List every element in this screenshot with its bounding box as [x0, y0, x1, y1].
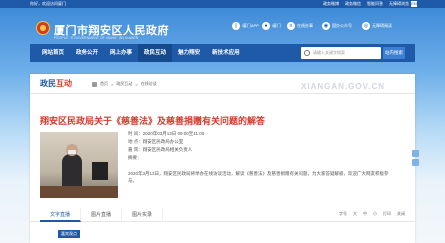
breadcrumb-interaction[interactable]: 政民互动	[116, 81, 132, 87]
print-button[interactable]: 打印	[383, 211, 391, 217]
float-top-button[interactable]	[412, 159, 419, 166]
user-icon: ●	[262, 22, 270, 30]
float-share-button[interactable]	[412, 150, 419, 157]
site-header: 厦门市翔安区人民政府 PEOPLE ' S GOVERNMENT OF XIAN…	[0, 8, 445, 44]
quick-link-app[interactable]: ▯ i厦门APP	[232, 22, 259, 30]
tab-photo-record[interactable]: 图片实录	[122, 208, 164, 222]
welcome-text: 你好，欢迎访问厦门	[30, 1, 66, 6]
language-toggle[interactable]: EN	[411, 1, 417, 7]
top-link-accessibility[interactable]: 无障碍浏览	[389, 0, 409, 8]
top-link-qa[interactable]: 智能问答	[367, 0, 383, 8]
nav-item-charm-xiangan[interactable]: 魅力翔安	[172, 44, 206, 62]
nav-item-new-tech[interactable]: 新技术应用	[206, 44, 246, 62]
phone-icon: ▯	[232, 22, 240, 30]
top-utility-bar: 你好，欢迎访问厦门 政务微博 政务微信 智能问答 无障碍浏览 EN	[0, 0, 445, 8]
search-input[interactable]: 请输入关键字搜索	[301, 47, 381, 59]
article-card: 政民互动 首页 > 政民互动 > 在线访谈 XIANGAN.GOV.CN 翔安区…	[30, 74, 415, 243]
font-size-label: 字号	[339, 211, 347, 216]
font-size-small[interactable]: 小	[373, 211, 377, 217]
article-tools: 字号 大 中 小 打印 关闭	[339, 211, 405, 217]
main-nav: 网站首页 政务公开 网上办事 政民互动 魅力翔安 新技术应用 请输入关键字搜索 …	[30, 44, 415, 62]
breadcrumb-bar: 政民互动 首页 > 政民互动 > 在线访谈 XIANGAN.GOV.CN	[30, 74, 415, 94]
top-link-wechat[interactable]: 政务微信	[345, 0, 361, 8]
font-size-medium[interactable]: 中	[363, 211, 367, 217]
top-links: 政务微博 政务微信 智能问答 无障碍浏览	[323, 0, 409, 8]
site-subtitle: PEOPLE ' S GOVERNMENT OF XIANG ' AN XIAM…	[54, 36, 139, 40]
search-icon	[304, 50, 310, 56]
quick-link-online-service[interactable]: ≡ 在线办事	[287, 22, 313, 30]
quick-link-ixiamen[interactable]: ● i厦门	[262, 22, 281, 30]
breadcrumb-interview[interactable]: 在线访谈	[141, 81, 157, 87]
quick-link-accessible-reading[interactable]: ◎ 无障碍阅读	[362, 22, 392, 30]
article-title: 翔安区民政局关于《慈善法》及慈善捐赠有关问题的解答	[40, 116, 266, 126]
interview-place: 地 点：翔安区民政局办公室	[128, 139, 184, 144]
watermark: XIANGAN.GOV.CN	[301, 82, 385, 91]
nav-item-online-service[interactable]: 网上办事	[104, 44, 138, 62]
section-title: 政民互动	[40, 79, 72, 88]
tab-photo-live[interactable]: 图片直播	[81, 208, 123, 222]
guest-view-badge: 嘉宾观点	[58, 230, 80, 238]
close-button[interactable]: 关闭	[397, 211, 405, 217]
search-button[interactable]: 站内搜索	[383, 47, 405, 59]
font-size-large[interactable]: 大	[353, 211, 357, 217]
home-icon	[92, 81, 97, 87]
nav-item-interaction[interactable]: 政民互动	[138, 44, 173, 62]
national-emblem-icon	[36, 21, 50, 35]
breadcrumb: 首页 > 政民互动 > 在线访谈	[92, 81, 157, 87]
breadcrumb-home[interactable]: 首页	[100, 81, 108, 87]
interview-summary-label: 摘要：	[128, 155, 142, 160]
tab-text-live[interactable]: 文字直播	[40, 208, 82, 222]
top-link-weibo[interactable]: 政务微博	[323, 0, 339, 8]
interview-photo	[40, 132, 118, 198]
quick-link-wechat-account[interactable]: ◉ 国办公众号	[322, 22, 352, 30]
nav-item-gov-affairs[interactable]: 政务公开	[70, 44, 104, 62]
interview-guest: 嘉 宾：翔安区民政局相关负责人	[128, 147, 193, 152]
nav-item-home[interactable]: 网站首页	[36, 44, 70, 62]
interview-time: 时 间：2020年03月13日 09:00至11:00	[128, 131, 205, 136]
doc-icon: ≡	[287, 22, 295, 30]
wechat-icon: ◉	[322, 22, 330, 30]
interview-summary: 2020年3月13日，翔安区民政局将举办在线访谈活动，解读《慈善法》及慈善捐赠有…	[128, 171, 389, 183]
eye-icon: ◎	[362, 22, 370, 30]
